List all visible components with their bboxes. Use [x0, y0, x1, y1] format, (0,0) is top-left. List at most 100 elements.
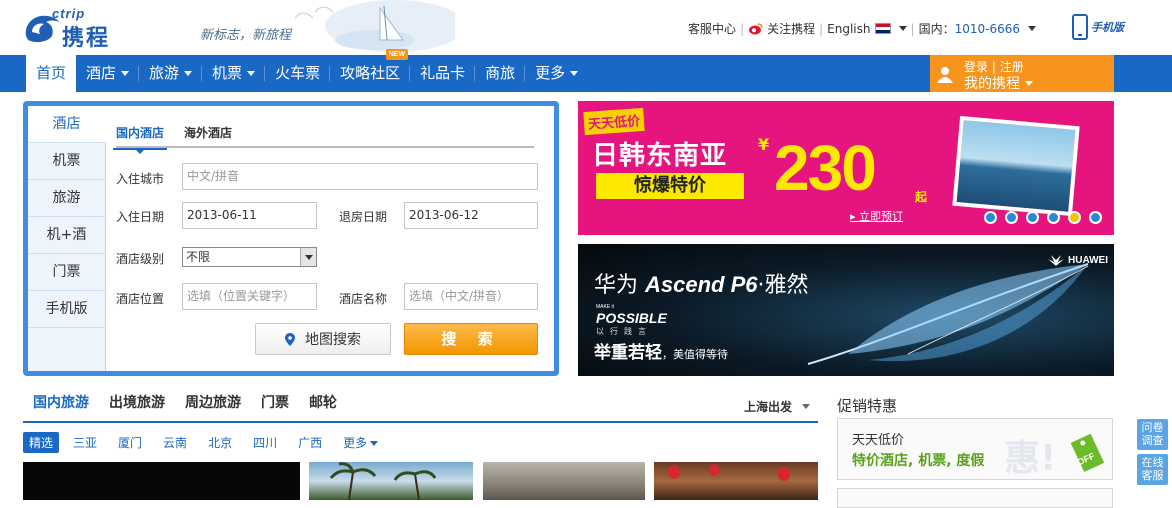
nav-item-home[interactable]: 首页 [26, 55, 77, 92]
carousel-dot[interactable] [1047, 211, 1060, 224]
checkout-date-input[interactable]: 2013-06-12 [404, 202, 538, 229]
side-tab-flight[interactable]: 机票 [28, 143, 105, 180]
side-tab-hotel[interactable]: 酒店 [28, 106, 106, 143]
promo-card-daily-low[interactable]: 天天低价 特价酒店, 机票, 度假 惠! OFF [837, 418, 1113, 480]
travel-photo[interactable] [23, 462, 300, 500]
carousel-dot[interactable] [1026, 211, 1039, 224]
chevron-down-icon [570, 71, 579, 76]
ctrip-logo[interactable]: ctrip 携程 [22, 6, 132, 51]
online-service-float-button[interactable]: 在线客服 [1137, 454, 1168, 485]
tab-nearby-travel[interactable]: 周边旅游 [175, 392, 251, 421]
book-now-link[interactable]: ▸ 立即预订 [850, 208, 903, 224]
chevron-down-icon[interactable] [1028, 26, 1036, 31]
travel-photo[interactable] [309, 462, 473, 500]
departure-city-select[interactable]: 上海出发 [744, 398, 811, 415]
nav-item-community[interactable]: 攻略社区 NEW [330, 49, 411, 92]
travel-photo[interactable] [654, 462, 818, 500]
slogan-main: 举重若轻 [594, 343, 662, 363]
logo-text-en: ctrip [52, 6, 86, 21]
star-select-value: 不限 [186, 250, 211, 264]
divider: | [740, 21, 745, 36]
promo-card-next[interactable] [837, 488, 1113, 508]
huawei-logo-icon [1048, 255, 1064, 266]
carousel-dot[interactable] [1005, 211, 1018, 224]
travel-photo[interactable] [483, 462, 645, 500]
city-input[interactable]: 中文/拼音 [182, 163, 538, 190]
nav-item-label: 火车票 [275, 64, 321, 82]
slogan-text: 新标志，新旅程 [200, 28, 292, 43]
hotel-name-input[interactable]: 选填（中文/拼音） [404, 283, 538, 310]
tab-tickets[interactable]: 门票 [251, 392, 299, 421]
checkin-date-input[interactable]: 2013-06-11 [182, 202, 317, 229]
city-tag-featured[interactable]: 精选 [23, 431, 60, 453]
mobile-version-label: 手机版 [1091, 21, 1124, 34]
chevron-down-icon [802, 404, 811, 409]
my-ctrip-label: 我的携程 [964, 76, 1020, 92]
nav-item-business[interactable]: 商旅 [475, 55, 526, 92]
language-switch[interactable]: English [827, 22, 907, 36]
nav-item-label: 礼品卡 [420, 64, 466, 82]
nav-item-giftcard[interactable]: 礼品卡 [410, 55, 476, 92]
nav-item-hotel[interactable]: 酒店 [76, 55, 140, 92]
hotline-number[interactable]: 1010-6666 [955, 22, 1020, 36]
location-input[interactable]: 选填（位置关键字） [182, 283, 317, 310]
city-tag-xiamen[interactable]: 厦门 [118, 434, 142, 451]
promo-banner-huawei[interactable]: HUAWEI 华为 Ascend P6·雅然 MAKE it POSSIBLE … [578, 244, 1114, 376]
city-tag-yunnan[interactable]: 云南 [163, 434, 187, 451]
title-cn: 华为 [594, 273, 639, 298]
nav-item-label: 酒店 [86, 64, 117, 82]
my-ctrip-menu[interactable]: 我的携程 [964, 73, 1033, 93]
nav-item-travel[interactable]: 旅游 [139, 55, 203, 92]
title-tail: ·雅然 [757, 273, 809, 298]
divider: | [819, 21, 824, 36]
city-tag-more[interactable]: 更多 [343, 434, 379, 451]
tab-domestic-hotel[interactable]: 国内酒店 [112, 124, 168, 154]
survey-float-button[interactable]: 问卷调查 [1137, 419, 1168, 450]
nav-item-train[interactable]: 火车票 [265, 55, 331, 92]
tab-cruise[interactable]: 邮轮 [299, 392, 347, 421]
city-tag-beijing[interactable]: 北京 [208, 434, 232, 451]
search-button[interactable]: 搜 索 [404, 323, 538, 355]
follow-ctrip-link[interactable]: 关注携程 [767, 20, 815, 37]
chevron-down-icon [300, 248, 316, 266]
city-label: 入住城市 [116, 172, 165, 186]
side-tab-mobile[interactable]: 手机版 [28, 291, 105, 328]
departure-city-label: 上海出发 [744, 400, 793, 414]
map-search-button[interactable]: 地图搜索 [255, 323, 391, 355]
carousel-dots [984, 211, 1110, 224]
carousel-dot[interactable] [1089, 211, 1102, 224]
register-link[interactable]: 注册 [1000, 60, 1024, 74]
nav-item-label: 旅游 [149, 64, 180, 82]
tab-outbound-travel[interactable]: 出境旅游 [99, 392, 175, 421]
chevron-down-icon [1025, 80, 1033, 86]
product-side-tabs: 酒店 机票 旅游 机+酒 门票 手机版 [28, 106, 106, 371]
price-suffix: 起 [915, 190, 928, 204]
promo-banner-asia[interactable]: 天天低价 日韩东南亚 ¥ 惊爆特价 230 起 ▸ 立即预订 [578, 101, 1114, 235]
service-center-link[interactable]: 客服中心 [688, 20, 736, 37]
star-select[interactable]: 不限 [182, 247, 317, 267]
banner-price: 230 [774, 132, 877, 204]
hotline-label: 国内： [918, 22, 955, 36]
side-tab-flight-hotel[interactable]: 机+酒 [28, 217, 105, 254]
chevron-down-icon [370, 440, 379, 446]
off-tag-icon: OFF [1070, 433, 1105, 473]
carousel-dot[interactable] [984, 211, 997, 224]
nav-item-more[interactable]: 更多 [525, 55, 588, 92]
city-tag-sichuan[interactable]: 四川 [253, 434, 277, 451]
city-tag-guangxi[interactable]: 广西 [298, 434, 322, 451]
side-tab-tickets[interactable]: 门票 [28, 254, 105, 291]
chevron-down-icon [121, 71, 130, 76]
utility-links: 客服中心 | 关注携程 | English | 国内： 1010-6666 [688, 20, 1036, 37]
tab-domestic-travel[interactable]: 国内旅游 [23, 392, 99, 421]
account-box: 登录 | 注册 我的携程 [930, 55, 1114, 92]
side-tab-travel[interactable]: 旅游 [28, 180, 105, 217]
promo-watermark: 惠! [1004, 438, 1057, 479]
new-badge: NEW [385, 49, 409, 60]
carousel-dot-active[interactable] [1068, 211, 1081, 224]
login-link[interactable]: 登录 [964, 60, 988, 74]
nav-item-flight[interactable]: 机票 [202, 55, 266, 92]
top-header: ctrip 携程 新标志，新旅程 客服中心 | 关注携程 | English |… [0, 0, 1172, 55]
mobile-version-button[interactable]: 手机版 [1072, 14, 1124, 40]
city-tag-sanya[interactable]: 三亚 [73, 434, 97, 451]
tab-overseas-hotel[interactable]: 海外酒店 [184, 124, 232, 148]
